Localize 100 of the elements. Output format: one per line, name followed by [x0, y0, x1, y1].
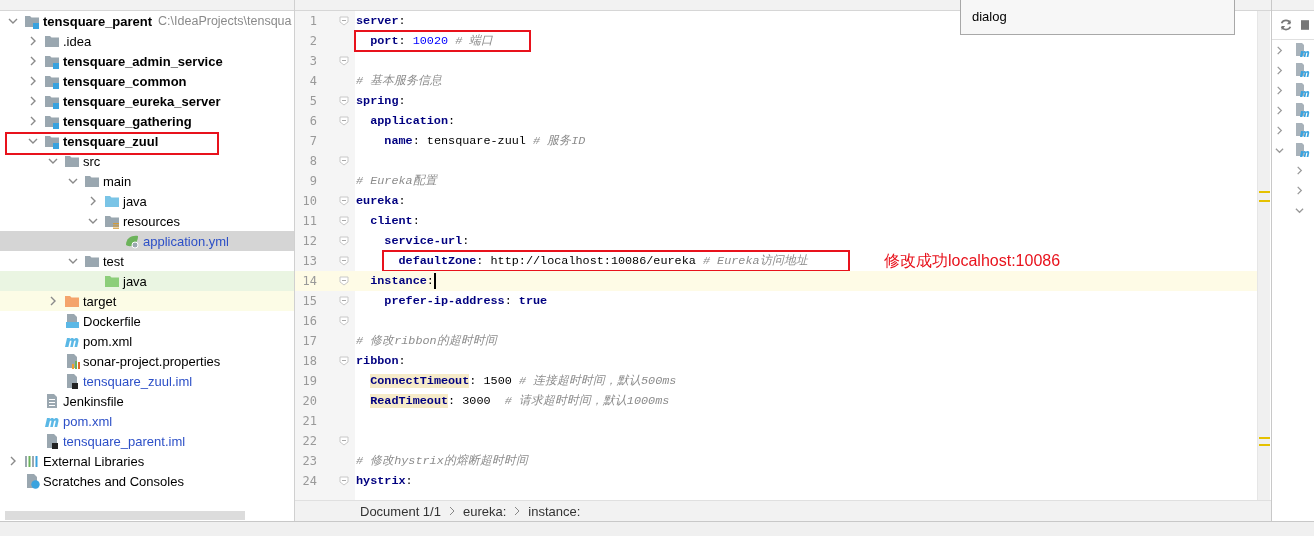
file-icon	[64, 313, 80, 329]
fold-marker-icon[interactable]	[339, 56, 349, 66]
line-number: 12	[301, 234, 317, 248]
tree-item-label: sonar-project.properties	[83, 353, 221, 369]
tree-item[interactable]: src	[0, 151, 294, 171]
tree-item[interactable]: tensquare_zuul	[0, 131, 294, 151]
tree-item[interactable]: tensquare_admin_service	[0, 51, 294, 71]
line-number: 8	[308, 154, 317, 168]
tree-item[interactable]: External Libraries	[0, 451, 294, 471]
tree-item-label: tensquare_gathering	[63, 113, 192, 129]
tree-item-label: pom.xml	[83, 333, 133, 349]
line-number: 22	[301, 434, 317, 448]
fold-marker-icon[interactable]	[339, 216, 349, 226]
module-folder-icon	[44, 53, 60, 69]
breadcrumb[interactable]: eureka:	[462, 503, 507, 519]
chevron-down-icon[interactable]	[1275, 145, 1284, 155]
line-number: 18	[301, 354, 317, 368]
tree-item[interactable]: tensquare_zuul.iml	[0, 371, 294, 391]
tree-item[interactable]: tensquare_gathering	[0, 111, 294, 131]
fold-marker-icon[interactable]	[339, 356, 349, 366]
fold-marker-icon[interactable]	[339, 476, 349, 486]
line-number: 10	[301, 194, 317, 208]
fold-marker-icon[interactable]	[339, 296, 349, 306]
tree-item-label: tensquare_zuul.iml	[83, 373, 193, 389]
fold-marker-icon[interactable]	[339, 156, 349, 166]
chevron-right-icon[interactable]	[88, 196, 98, 206]
breadcrumb[interactable]: Document 1/1	[360, 503, 441, 519]
tree-item[interactable]: pom.xml	[0, 331, 294, 351]
chevron-right-icon[interactable]	[28, 76, 38, 86]
tree-item[interactable]: tensquare_parent C:\IdeaProjects\tensqua	[0, 11, 294, 31]
tree-item[interactable]: Scratches and Consoles	[0, 471, 294, 491]
chevron-down-icon[interactable]	[1295, 205, 1304, 215]
breadcrumb[interactable]: instance:	[528, 503, 581, 519]
chevron-right-icon[interactable]	[48, 296, 58, 306]
run-icon[interactable]	[1301, 18, 1309, 32]
chevron-right-icon[interactable]	[8, 456, 18, 466]
maven-module-icon	[1294, 42, 1310, 58]
chevron-down-icon[interactable]	[68, 176, 78, 186]
code-line: server:	[356, 14, 406, 28]
tree-item[interactable]: java	[0, 191, 294, 211]
tree-item[interactable]: Dockerfile	[0, 311, 294, 331]
tree-item[interactable]: .idea	[0, 31, 294, 51]
chevron-down-icon[interactable]	[68, 256, 78, 266]
fold-marker-icon[interactable]	[339, 96, 349, 106]
fold-marker-icon[interactable]	[339, 116, 349, 126]
tree-item[interactable]: main	[0, 171, 294, 191]
scrollbar[interactable]	[1257, 11, 1270, 500]
scrollbar[interactable]	[5, 511, 245, 520]
chevron-down-icon[interactable]	[8, 16, 18, 26]
chevron-right-icon[interactable]	[28, 36, 38, 46]
chevron-right-icon[interactable]	[28, 96, 38, 106]
tree-item[interactable]: Jenkinsfile	[0, 391, 294, 411]
tree-item-label: test	[103, 253, 124, 269]
project-path: C:\IdeaProjects\tensqua	[158, 14, 292, 28]
tree-item-label: pom.xml	[63, 413, 113, 429]
line-number: 16	[301, 314, 317, 328]
fold-marker-icon[interactable]	[339, 16, 349, 26]
tree-item[interactable]: tensquare_eureka_server	[0, 91, 294, 111]
fold-marker-icon[interactable]	[339, 436, 349, 446]
tree-item-label: tensquare_admin_service	[63, 53, 223, 69]
file-icon	[64, 353, 80, 369]
fold-marker-icon[interactable]	[339, 256, 349, 266]
fold-marker-icon[interactable]	[339, 196, 349, 206]
file-icon	[64, 373, 80, 389]
folder-icon	[104, 193, 120, 209]
tree-item[interactable]: target	[0, 291, 294, 311]
tree-item[interactable]: tensquare_common	[0, 71, 294, 91]
fold-marker-icon[interactable]	[339, 236, 349, 246]
chevron-right-icon[interactable]	[28, 116, 38, 126]
code-line: # 修改hystrix的熔断超时时间	[356, 453, 528, 469]
tree-item-label: tensquare_parent.iml	[63, 433, 186, 449]
line-number: 17	[301, 334, 317, 348]
chevron-right-icon[interactable]	[28, 56, 38, 66]
module-folder-icon	[44, 93, 60, 109]
code-line: ConnectTimeout: 1500 # 连接超时时间，默认500ms	[369, 373, 677, 389]
line-number: 2	[308, 34, 317, 48]
refresh-icon[interactable]	[1279, 18, 1293, 32]
tree-item[interactable]: pom.xml	[0, 411, 294, 431]
tree-item[interactable]: test	[0, 251, 294, 271]
tree-item[interactable]: tensquare_parent.iml	[0, 431, 294, 451]
code-line: # 修改ribbon的超时时间	[356, 333, 497, 349]
tree-item-label: External Libraries	[43, 453, 145, 469]
chevron-down-icon[interactable]	[28, 136, 38, 146]
line-number: 7	[308, 134, 317, 148]
tree-item-label: .idea	[63, 33, 92, 49]
code-line: spring:	[356, 94, 406, 108]
chevron-down-icon[interactable]	[88, 216, 98, 226]
tree-item[interactable]: resources	[0, 211, 294, 231]
maven-module-icon	[1294, 62, 1310, 78]
fold-marker-icon[interactable]	[339, 316, 349, 326]
library-icon	[24, 453, 40, 469]
tree-item[interactable]: java	[0, 271, 294, 291]
folder-icon	[104, 213, 120, 229]
line-number: 11	[301, 214, 317, 228]
chevron-down-icon[interactable]	[48, 156, 58, 166]
line-number: 3	[308, 54, 317, 68]
code-line: application:	[369, 114, 456, 128]
tree-item[interactable]: sonar-project.properties	[0, 351, 294, 371]
tree-item[interactable]: application.yml	[0, 231, 294, 251]
fold-marker-icon[interactable]	[339, 276, 349, 286]
